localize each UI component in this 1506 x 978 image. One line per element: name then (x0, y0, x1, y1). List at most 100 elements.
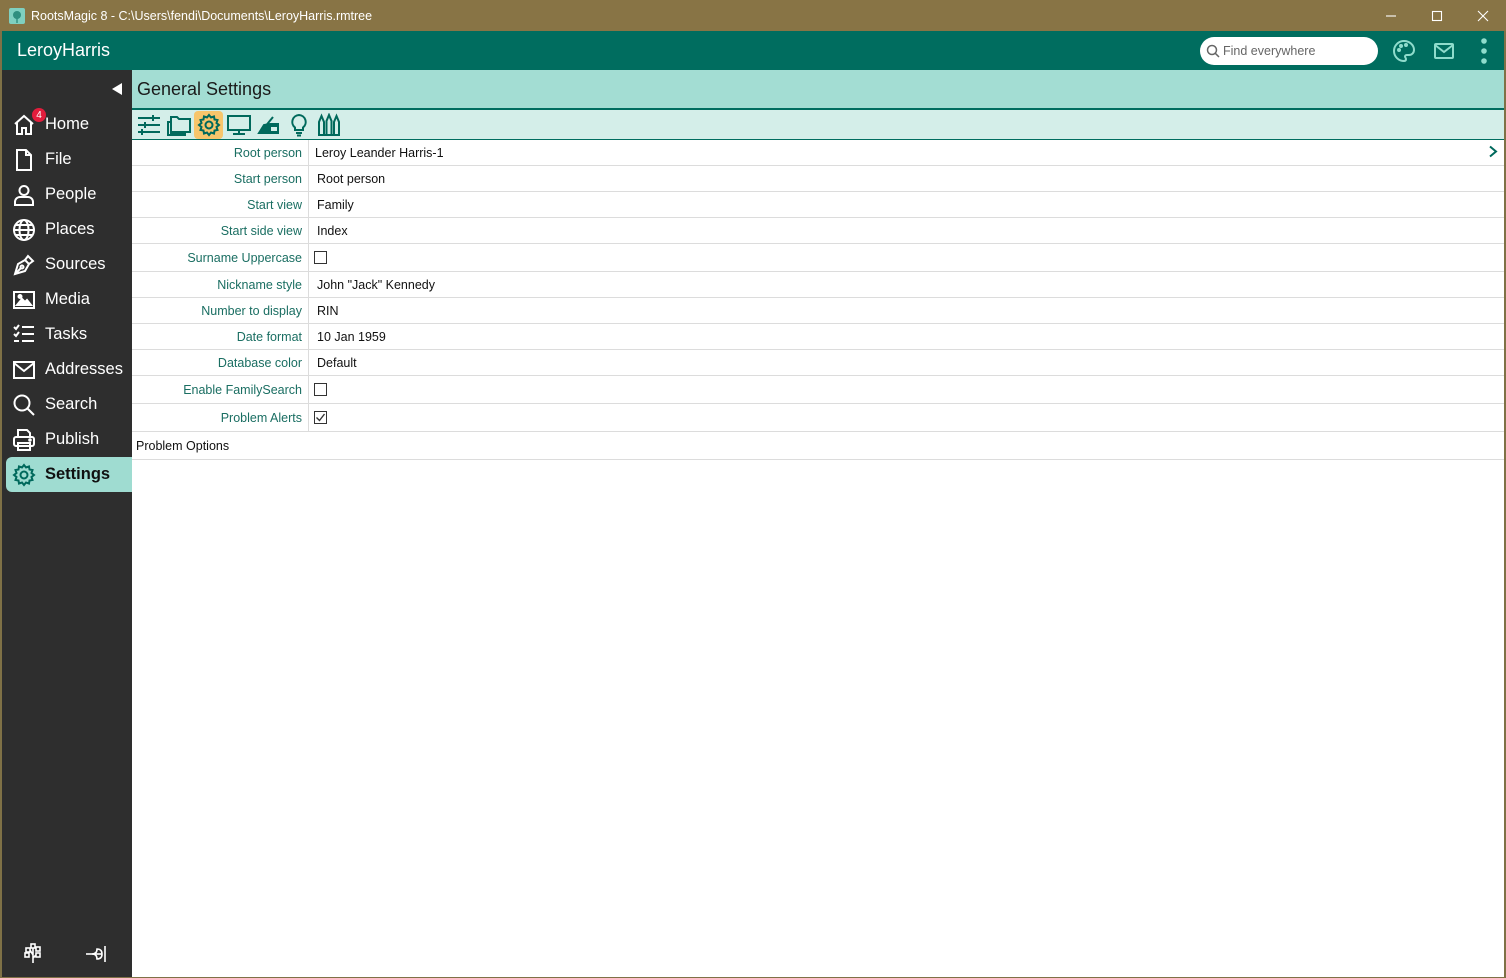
sidebar: 4 Home File People Places Sources Media … (2, 70, 132, 977)
gear-icon (11, 462, 37, 488)
start-side-view-select[interactable]: Index (309, 218, 1504, 243)
page-header: General Settings (132, 70, 1504, 110)
setting-label: Root person (132, 140, 309, 165)
sliders-icon (137, 114, 160, 135)
sidebar-item-addresses[interactable]: Addresses (6, 352, 132, 387)
notification-badge: 4 (32, 108, 46, 122)
sliders-button[interactable] (134, 111, 163, 139)
palette-icon (1393, 39, 1416, 63)
file-icon (11, 147, 37, 173)
setting-label: Surname Uppercase (132, 244, 309, 271)
root-person-value[interactable]: Leroy Leander Harris-1 (309, 140, 1504, 165)
minimize-button[interactable] (1368, 0, 1414, 31)
sidebar-item-label: Places (45, 220, 95, 238)
start-person-select[interactable]: Root person (309, 166, 1504, 191)
settings-toolbar (132, 110, 1504, 140)
sidebar-item-home[interactable]: 4 Home (6, 107, 132, 142)
sidebar-item-sources[interactable]: Sources (6, 247, 132, 282)
sidebar-item-label: Settings (45, 465, 111, 483)
sidebar-item-media[interactable]: Media (6, 282, 132, 317)
setting-row-surname-uppercase: Surname Uppercase (132, 244, 1504, 272)
tree-view-button[interactable] (21, 941, 47, 967)
tree-view-icon (24, 943, 41, 963)
setting-value: 10 Jan 1959 (317, 329, 386, 344)
more-vertical-icon (1481, 38, 1487, 64)
setting-label: Date format (132, 324, 309, 349)
setting-row-database-color: Database color Default (132, 350, 1504, 376)
sidebar-item-label: Media (45, 290, 90, 308)
checklist-icon (11, 322, 37, 348)
pen-nib-icon (11, 252, 37, 278)
main-panel: General Settings Root person Leroy Leand… (132, 70, 1504, 977)
colors-button[interactable] (314, 111, 343, 139)
problem-options-section[interactable]: Problem Options (132, 432, 1504, 460)
sidebar-item-label: Search (45, 395, 98, 413)
nickname-style-select[interactable]: John "Jack" Kennedy (309, 272, 1504, 297)
surname-uppercase-cell (309, 244, 1504, 271)
search-icon (11, 392, 37, 418)
gear-icon (196, 112, 221, 137)
database-color-select[interactable]: Default (309, 350, 1504, 375)
palette-button[interactable] (1390, 37, 1418, 65)
checkmark-icon (316, 413, 326, 422)
more-menu-button[interactable] (1470, 37, 1498, 65)
chevron-right-icon[interactable] (1488, 144, 1498, 161)
number-to-display-select[interactable]: RIN (309, 298, 1504, 323)
person-icon (11, 182, 37, 208)
sidebar-item-people[interactable]: People (6, 177, 132, 212)
setting-row-nickname-style: Nickname style John "Jack" Kennedy (132, 272, 1504, 298)
surname-uppercase-checkbox[interactable] (314, 251, 327, 264)
monitor-icon (226, 114, 251, 135)
problem-alerts-cell (309, 404, 1504, 431)
mail-button[interactable] (1430, 37, 1458, 65)
setting-value: Family (317, 197, 354, 212)
setting-label: Enable FamilySearch (132, 376, 309, 403)
writing-button[interactable] (254, 111, 283, 139)
sidebar-item-search[interactable]: Search (6, 387, 132, 422)
setting-label: Problem Alerts (132, 404, 309, 431)
setting-label: Start side view (132, 218, 309, 243)
setting-label: Number to display (132, 298, 309, 323)
lightbulb-icon (290, 113, 307, 136)
maximize-button[interactable] (1414, 0, 1460, 31)
setting-row-start-person: Start person Root person (132, 166, 1504, 192)
sidebar-item-label: Tasks (45, 325, 88, 343)
maximize-icon (1431, 10, 1443, 21)
general-settings-button[interactable] (194, 110, 223, 139)
search-input[interactable] (1223, 44, 1373, 58)
app-header: LeroyHarris (2, 31, 1504, 70)
collapse-sidebar-button[interactable] (112, 83, 122, 95)
tips-button[interactable] (284, 111, 313, 139)
sidebar-nav: 4 Home File People Places Sources Media … (2, 107, 132, 492)
sidebar-item-settings[interactable]: Settings (6, 457, 132, 492)
setting-value: Default (317, 355, 357, 370)
start-view-select[interactable]: Family (309, 192, 1504, 217)
envelope-icon (11, 357, 37, 383)
sidebar-item-tasks[interactable]: Tasks (6, 317, 132, 352)
setting-value: Leroy Leander Harris-1 (315, 145, 444, 160)
setting-row-number-to-display: Number to display RIN (132, 298, 1504, 324)
globe-icon (11, 217, 37, 243)
minimize-icon (1386, 14, 1396, 17)
display-button[interactable] (224, 111, 253, 139)
enable-familysearch-checkbox[interactable] (314, 383, 327, 396)
sidebar-item-places[interactable]: Places (6, 212, 132, 247)
expand-panel-icon (86, 946, 106, 962)
setting-value: John "Jack" Kennedy (317, 277, 435, 292)
date-format-select[interactable]: 10 Jan 1959 (309, 324, 1504, 349)
window-title: RootsMagic 8 - C:\Users\fendi\Documents\… (31, 8, 373, 23)
close-button[interactable] (1460, 0, 1506, 31)
sidebar-item-publish[interactable]: Publish (6, 422, 132, 457)
problem-alerts-checkbox[interactable] (314, 411, 327, 424)
folders-button[interactable] (164, 111, 193, 139)
window-titlebar: RootsMagic 8 - C:\Users\fendi\Documents\… (0, 0, 1506, 31)
rootsmagic-tree-icon (9, 7, 25, 24)
find-everywhere-search[interactable] (1200, 37, 1378, 65)
setting-row-start-view: Start view Family (132, 192, 1504, 218)
image-icon (11, 287, 37, 313)
expand-panel-button[interactable] (83, 941, 109, 967)
database-name: LeroyHarris (17, 40, 111, 60)
setting-label: Database color (132, 350, 309, 375)
page-title: General Settings (137, 78, 272, 99)
sidebar-item-file[interactable]: File (6, 142, 132, 177)
